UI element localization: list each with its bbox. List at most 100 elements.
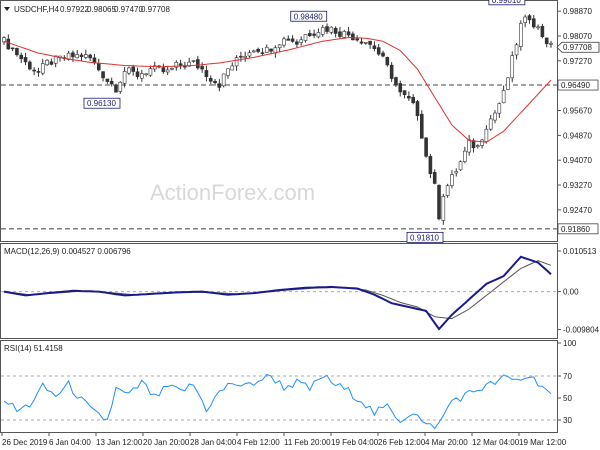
candle-body xyxy=(475,145,480,147)
time-tick-label: 4 Feb 12:00 xyxy=(237,438,280,447)
price-tick-label: 0.97270 xyxy=(563,57,592,66)
candle-body xyxy=(200,66,204,70)
price-panel-frame xyxy=(0,0,558,242)
candle-body xyxy=(376,47,381,55)
candle-body xyxy=(178,63,183,67)
candle-body xyxy=(506,77,510,90)
candle-body xyxy=(75,54,80,59)
candle-body xyxy=(320,27,325,35)
candle-body xyxy=(226,68,230,76)
price-tick-label: 0.94070 xyxy=(563,156,592,165)
candle-body xyxy=(351,33,355,41)
candle-body xyxy=(549,43,553,45)
candle-body xyxy=(333,27,338,34)
candle-body xyxy=(290,38,295,42)
price-header-low: 0.97470 xyxy=(114,5,143,14)
macd-header: MACD(12,26,9) 0.004527 0.006796 xyxy=(4,247,131,256)
time-tick-label: 19 Feb 04:00 xyxy=(331,438,379,447)
candle-body xyxy=(10,47,15,50)
price-axis-ticks: 0.988700.980700.972700.964700.956700.948… xyxy=(557,7,592,215)
candle-body xyxy=(230,65,235,71)
candle-body xyxy=(127,67,131,74)
price-header-high: 0.98065 xyxy=(87,5,116,14)
candle-body xyxy=(252,50,256,53)
price-header: USDCHF,H4 0.97922 0.98065 0.97470 0.9770… xyxy=(4,5,170,14)
candle-body xyxy=(196,59,200,69)
time-tick-label: 11 Feb 20:00 xyxy=(284,438,331,447)
candle-body xyxy=(407,95,411,99)
price-header-symbol: USDCHF,H4 xyxy=(14,5,59,14)
candle-body xyxy=(424,137,428,157)
candle-body xyxy=(32,69,36,72)
annotation-label: 0.96130 xyxy=(87,99,116,108)
candle-body xyxy=(114,84,118,93)
macd-tick-label: 0.010513 xyxy=(563,247,597,256)
time-axis-ticks: 26 Dec 2019 6 Jan 04:00 13 Jan 12:00 20 Jan… xyxy=(1,432,567,447)
annotation-label: 0.99010 xyxy=(492,0,521,5)
candle-body xyxy=(394,77,398,85)
candle-body xyxy=(441,196,446,221)
candle-body xyxy=(269,48,273,52)
candle-body xyxy=(411,96,415,104)
candle-body xyxy=(419,113,424,139)
candle-body xyxy=(523,16,527,23)
candle-body xyxy=(6,38,11,50)
rsi-tick-label: 30 xyxy=(563,416,572,425)
rsi-axis-ticks: 100 70 50 30 xyxy=(557,339,577,425)
candle-body xyxy=(213,80,217,84)
candle-body xyxy=(36,71,41,73)
candle-body xyxy=(398,83,403,93)
candle-body xyxy=(372,45,377,50)
candle-body xyxy=(368,40,372,45)
candle-body xyxy=(299,39,303,43)
candle-body xyxy=(488,118,493,130)
time-tick-label: 6 Jan 04:00 xyxy=(49,438,91,447)
time-tick-label: 19 Mar 12:00 xyxy=(519,438,567,447)
time-tick-label: 12 Mar 04:00 xyxy=(472,438,520,447)
candle-body xyxy=(118,81,123,92)
candle-body xyxy=(536,26,540,29)
rsi-tick-label: 70 xyxy=(563,372,572,381)
candle-body xyxy=(510,55,515,79)
time-tick-label: 28 Jan 04:00 xyxy=(190,438,237,447)
candle-body xyxy=(402,90,407,96)
candle-body xyxy=(109,80,114,85)
candle-body xyxy=(131,66,136,72)
price-tick-label: 0.98870 xyxy=(563,7,592,16)
candle-body xyxy=(101,71,105,79)
candle-body xyxy=(497,103,502,114)
candle-body xyxy=(467,139,471,153)
candle-body xyxy=(92,57,97,63)
candle-body xyxy=(221,73,226,87)
price-tick-label: 0.94870 xyxy=(563,131,592,140)
candle-body xyxy=(519,23,523,47)
candle-body xyxy=(105,78,110,82)
candle-body xyxy=(544,37,549,45)
candle-body xyxy=(316,32,321,38)
candle-body xyxy=(49,61,54,65)
candle-body xyxy=(342,31,347,38)
price-header-open: 0.97922 xyxy=(60,5,89,14)
candle-body xyxy=(428,156,433,175)
candle-body xyxy=(165,69,170,73)
candle-body xyxy=(437,184,441,220)
current-price-label: 0.97708 xyxy=(563,43,592,52)
candle-body xyxy=(303,34,308,41)
candle-body xyxy=(295,41,299,45)
candle-body xyxy=(355,38,359,41)
candle-body xyxy=(96,63,101,71)
candle-body xyxy=(527,15,532,21)
candle-body xyxy=(122,71,127,84)
price-tick-label: 0.93270 xyxy=(563,181,592,190)
support-level-label: 0.91860 xyxy=(561,225,590,234)
candle-body xyxy=(191,60,196,62)
candle-body xyxy=(454,171,459,174)
macd-axis-ticks: 0.010513 0.00 -0.009804 xyxy=(557,247,600,334)
candle-body xyxy=(363,42,368,44)
chart-canvas: ActionForex.com USDCHF,H4 0.97922 0.9806… xyxy=(0,0,600,447)
candle-body xyxy=(450,174,454,186)
candle-body xyxy=(79,54,84,58)
candle-body xyxy=(286,38,291,41)
rsi-tick-label: 100 xyxy=(563,339,577,348)
candle-body xyxy=(135,71,140,77)
